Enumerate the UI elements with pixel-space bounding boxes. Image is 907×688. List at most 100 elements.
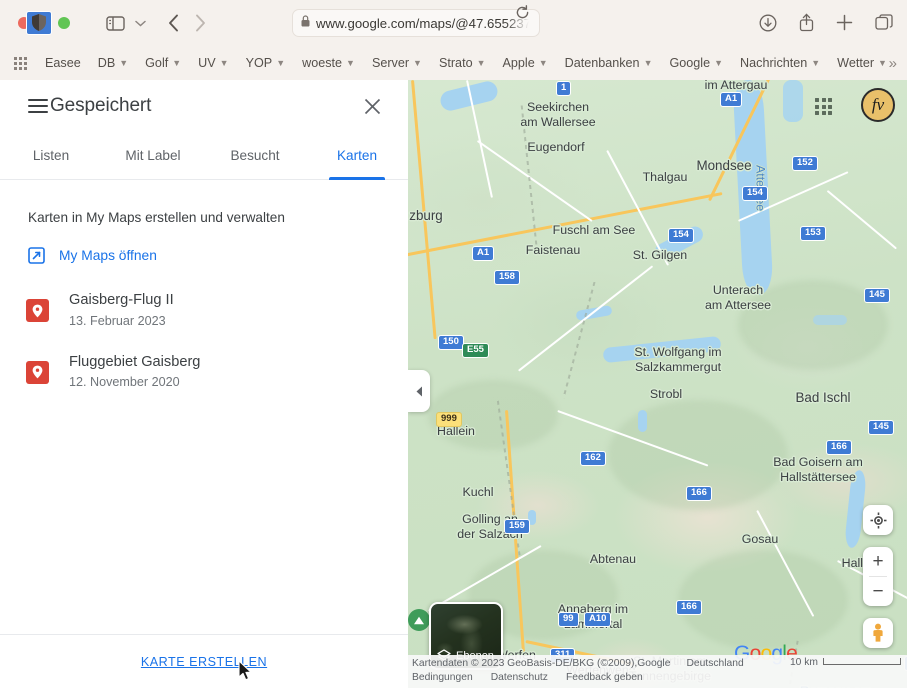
tab-karten[interactable]: Karten [306,132,408,179]
bookmark-label: Server [371,56,410,70]
panel-header: Gespeichert [0,80,408,132]
google-apps-icon[interactable] [815,98,832,115]
list-item[interactable]: Fluggebiet Gaisberg 12. November 2020 [0,342,408,404]
chevron-down-icon: ▼ [714,58,724,68]
browser-chrome: www.google.com/maps/@47.6552374,13.11104… [0,0,907,80]
bookmark-item[interactable]: Apple ▼ [503,56,548,70]
bookmark-label: DB [97,56,116,70]
chevron-down-icon: ▼ [811,58,821,68]
bookmark-label: woeste [302,56,343,70]
bookmark-item[interactable]: Google ▼ [670,56,724,70]
open-my-maps-link[interactable]: My Maps öffnen [0,225,408,264]
lake-irrsee [783,80,803,122]
back-arrow-icon[interactable] [168,14,179,32]
plus-icon[interactable] [836,14,853,31]
avatar[interactable]: fv [861,88,895,122]
small-lake [813,315,847,325]
menu-icon[interactable] [28,99,48,113]
privacy-link[interactable]: Datenschutz [491,672,548,683]
park-poi-marker[interactable] [408,609,430,631]
map-canvas[interactable]: Seekirchen am Wallersee Eugendorf im Atte… [408,80,907,688]
chevron-down-icon: ▼ [172,58,182,68]
downloads-icon[interactable] [759,14,777,32]
attribution-links-row: Bedingungen Datenschutz Feedback geben [412,672,643,683]
bookmark-item[interactable]: YOP ▼ [246,56,286,70]
zoom-in-button[interactable]: + [863,547,893,576]
route-shield: A1 [472,246,495,261]
route-shield: 145 [864,288,890,303]
bookmark-item[interactable]: woeste ▼ [302,56,355,70]
bookmark-label: Easee [45,56,81,70]
bookmark-item[interactable]: UV ▼ [198,56,228,70]
tab-listen[interactable]: Listen [0,132,102,179]
maximize-window-button[interactable] [58,17,70,29]
bookmark-item[interactable]: Nachrichten ▼ [740,56,820,70]
route-shield: 166 [676,600,702,615]
apps-grid-icon[interactable] [14,56,27,70]
terrain-shade [678,550,848,650]
address-bar[interactable]: www.google.com/maps/@47.6552374,13.11104… [292,9,540,37]
bookmark-label: Apple [502,56,535,70]
sidebar-toggle-icon[interactable] [106,15,125,31]
map-pin-icon [26,360,49,384]
feedback-link[interactable]: Feedback geben [566,672,643,683]
tab-label: Besucht [230,148,280,163]
route-shield: 145 [868,420,894,435]
list-item[interactable]: Gaisberg-Flug II 13. Februar 2023 [0,280,408,342]
close-icon[interactable] [360,94,384,118]
bookmark-item[interactable]: Strato ▼ [439,56,486,70]
reload-icon[interactable] [515,5,530,25]
panel-description: Karten in My Maps erstellen und verwalte… [28,210,285,225]
locate-me-icon[interactable] [863,505,893,535]
page-title: Gespeichert [50,95,152,116]
bookmark-label: Nachrichten [740,56,808,70]
route-shield: 154 [742,186,768,201]
toolbar-right-icons [759,13,893,32]
map-controls: + − [863,505,893,648]
bookmark-label: Wetter [837,56,875,70]
map-viewport[interactable]: Seekirchen am Wallersee Eugendorf im Atte… [408,80,907,688]
route-shield: A10 [584,612,612,627]
chevron-down-icon: ▼ [878,58,887,68]
bookmark-item[interactable]: Datenbanken ▼ [565,56,653,70]
chevron-down-icon: ▼ [538,58,548,68]
browser-toolbar: www.google.com/maps/@47.6552374,13.11104… [0,0,907,46]
scale-bar [823,658,901,665]
street-view-pegman-icon[interactable] [863,618,893,648]
tab-besucht[interactable]: Besucht [204,132,306,179]
zoom-out-button[interactable]: − [863,577,893,606]
chevron-down-icon: ▼ [219,58,229,68]
chevron-down-icon[interactable] [135,20,146,27]
bookmark-item[interactable]: Easee [45,56,81,70]
route-shield: A1 [720,92,743,107]
bookmark-item[interactable]: Wetter ▼ [837,56,887,70]
tab-label: Listen [32,148,70,163]
route-shield: 152 [792,156,818,171]
external-link-icon [28,247,45,264]
open-my-maps-label: My Maps öffnen [59,248,157,263]
attribution-region: Deutschland [686,658,744,669]
map-title: Gaisberg-Flug II [69,292,174,308]
tab-mit-label[interactable]: Mit Label [102,132,204,179]
bookmarks-overflow-icon[interactable]: » [889,55,897,72]
bookmark-item[interactable]: Golf ▼ [145,56,181,70]
share-icon[interactable] [799,13,814,32]
small-lake [638,410,647,432]
map-title: Fluggebiet Gaisberg [69,353,201,370]
mouse-cursor [238,660,254,687]
bookmark-item[interactable]: Server ▼ [372,56,422,70]
route-shield: 158 [494,270,520,285]
attribution-copyright-row: Kartendaten © 2023 GeoBasis-DE/BKG (©200… [412,658,744,669]
tab-overview-icon[interactable] [875,14,893,31]
bookmark-item[interactable]: DB ▼ [98,56,128,70]
collapse-panel-button[interactable] [408,370,430,412]
route-shield: 153 [800,226,826,241]
zoom-controls: + − [863,547,893,606]
map-pin-icon [26,299,49,323]
route-shield: 159 [504,519,530,534]
scale-label: 10 km [789,657,818,668]
map-attribution: Kartendaten © 2023 GeoBasis-DE/BKG (©200… [408,655,907,688]
chevron-down-icon: ▼ [276,58,286,68]
terms-link[interactable]: Bedingungen [412,672,473,683]
privacy-shield-icon[interactable] [26,11,52,35]
